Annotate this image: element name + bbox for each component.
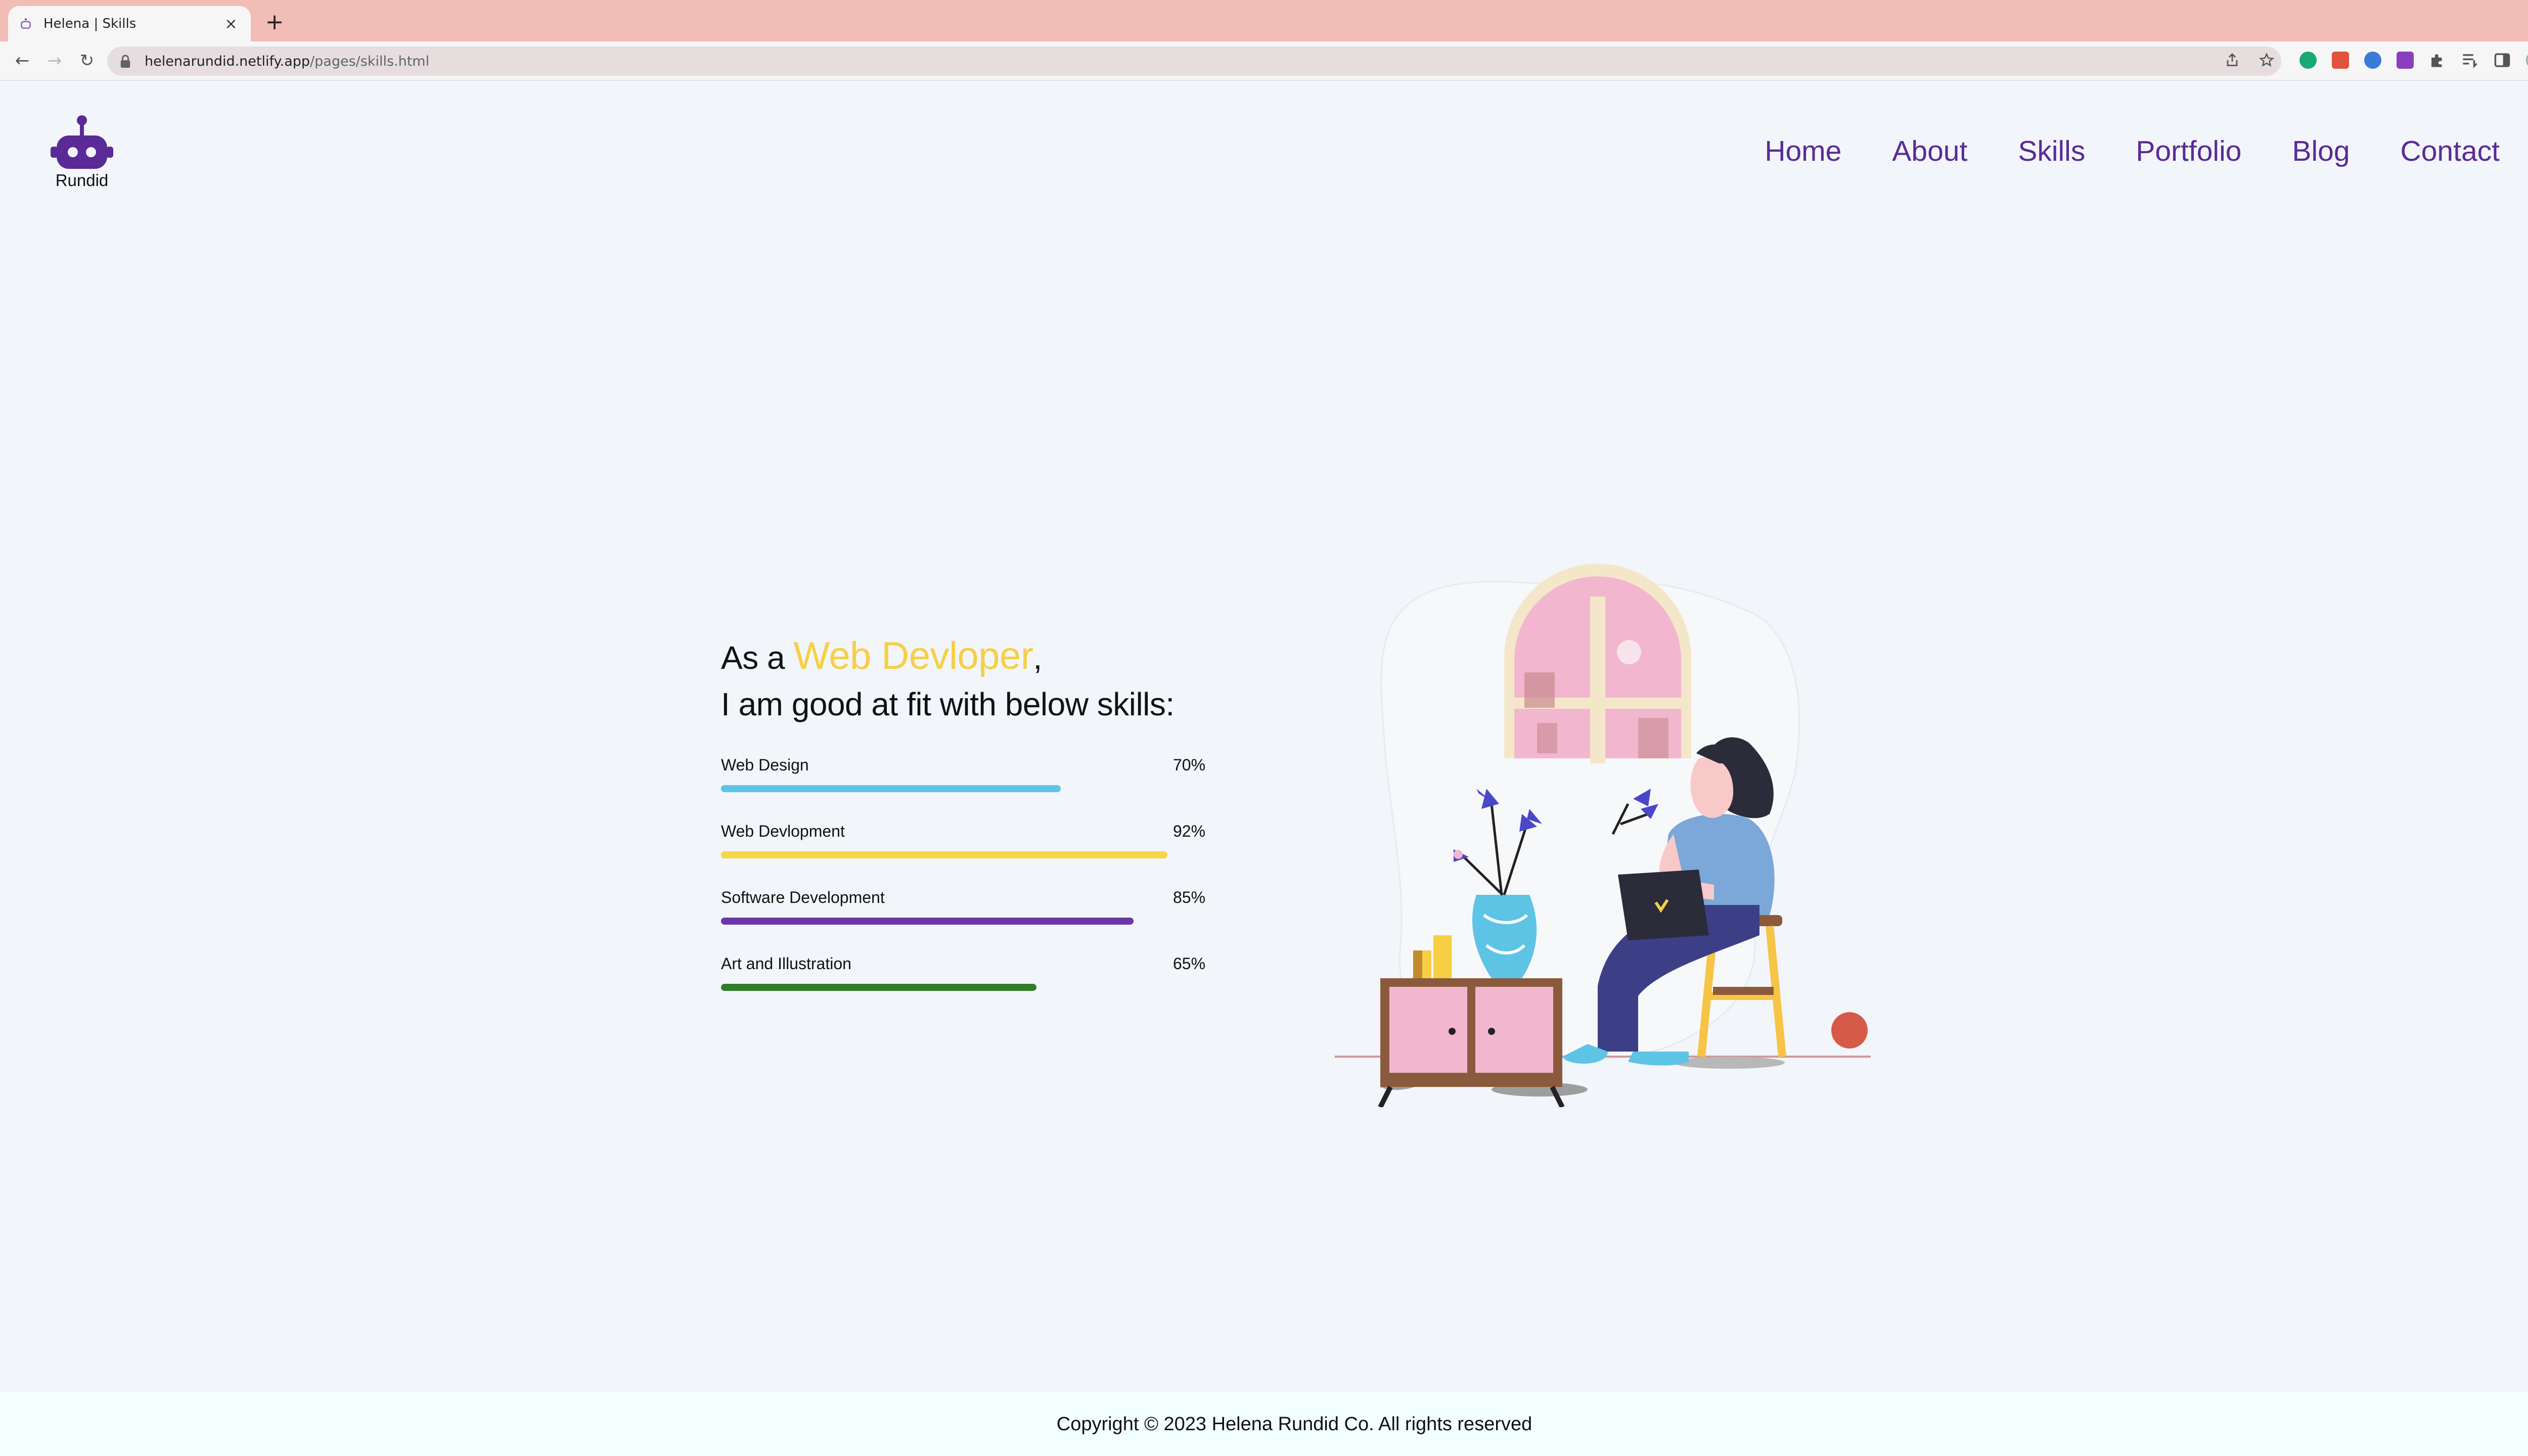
copyright-text: Copyright © 2023 Helena Rundid Co. All r… <box>1056 1413 1532 1435</box>
reload-icon[interactable]: ↻ <box>77 51 97 71</box>
pdf-extension-icon[interactable] <box>2332 52 2349 69</box>
skill-item: Software Development 85% <box>721 888 1227 954</box>
logo-text: Rundid <box>55 171 109 190</box>
browser-toolbar: ← → ↻ helenarundid.netlify.app/pages/ski… <box>0 41 2528 81</box>
skill-percent: 70% <box>1173 756 1206 774</box>
site-logo[interactable]: Rundid <box>48 112 116 190</box>
address-bar[interactable]: helenarundid.netlify.app/pages/skills.ht… <box>107 47 2281 76</box>
tab-title: Helena | Skills <box>43 16 137 31</box>
skill-progress-bar <box>721 984 1036 991</box>
skill-percent: 85% <box>1173 888 1206 906</box>
skill-name: Web Design <box>721 756 809 774</box>
reading-list-icon[interactable] <box>2461 52 2478 69</box>
site-footer: Copyright © 2023 Helena Rundid Co. All r… <box>0 1392 2528 1456</box>
skill-name: Software Development <box>721 888 885 906</box>
heading-prefix: As a <box>721 640 794 676</box>
purple-extension-icon[interactable] <box>2397 52 2414 69</box>
nav-portfolio[interactable]: Portfolio <box>2136 134 2241 168</box>
skill-item: Art and Illustration 65% <box>721 954 1227 1021</box>
skill-percent: 65% <box>1173 954 1206 973</box>
skill-item: Web Design 70% <box>721 756 1227 822</box>
star-icon[interactable] <box>2259 53 2274 68</box>
sidepanel-icon[interactable] <box>2494 52 2511 69</box>
blue-extension-icon[interactable] <box>2364 52 2381 69</box>
robot-logo-icon <box>51 115 113 169</box>
url-host: helenarundid.netlify.app <box>145 53 310 69</box>
skill-name: Art and Illustration <box>721 954 851 973</box>
skill-progress-bar <box>721 851 1167 858</box>
forward-icon[interactable]: → <box>44 51 65 71</box>
skill-percent: 92% <box>1173 822 1206 840</box>
skills-list: Web Design 70% Web Devlopment 92% Softwa… <box>721 756 1227 1021</box>
grammarly-extension-icon[interactable] <box>2299 52 2317 69</box>
heading-accent: Web Devloper <box>793 634 1033 677</box>
new-tab-button[interactable]: + <box>263 11 286 34</box>
url-path: /pages/skills.html <box>310 53 430 69</box>
browser-tabstrip: Helena | Skills × + <box>0 0 2528 41</box>
nav-contact[interactable]: Contact <box>2401 134 2500 168</box>
skills-section: As a Web Devloper, I am good at fit with… <box>721 633 1227 1021</box>
url-text: helenarundid.netlify.app/pages/skills.ht… <box>145 54 429 69</box>
tab-close-icon[interactable]: × <box>222 15 240 33</box>
lock-icon <box>120 55 130 68</box>
heading-line2: I am good at fit with below skills: <box>721 686 1175 722</box>
skill-name: Web Devlopment <box>721 822 845 840</box>
nav-skills[interactable]: Skills <box>2018 134 2085 168</box>
developer-illustration <box>1335 564 1871 1107</box>
puzzle-extension-icon[interactable] <box>2429 52 2446 69</box>
back-icon[interactable]: ← <box>12 51 32 71</box>
nav-about[interactable]: About <box>1892 134 1967 168</box>
nav-home[interactable]: Home <box>1765 134 1841 168</box>
site-favicon-icon <box>21 18 31 29</box>
skill-progress-bar <box>721 918 1134 925</box>
skills-heading: As a Web Devloper, I am good at fit with… <box>721 633 1227 727</box>
skill-item: Web Devlopment 92% <box>721 822 1227 888</box>
share-icon[interactable] <box>2225 53 2240 68</box>
page-content: Rundid Home About Skills Portfolio Blog … <box>0 81 2528 1392</box>
browser-tab[interactable]: Helena | Skills × <box>8 6 251 41</box>
skill-progress-bar <box>721 785 1061 792</box>
nav-blog[interactable]: Blog <box>2292 134 2350 168</box>
main-nav: Home About Skills Portfolio Blog Contact <box>1765 134 2500 168</box>
heading-suffix: , <box>1033 640 1043 676</box>
